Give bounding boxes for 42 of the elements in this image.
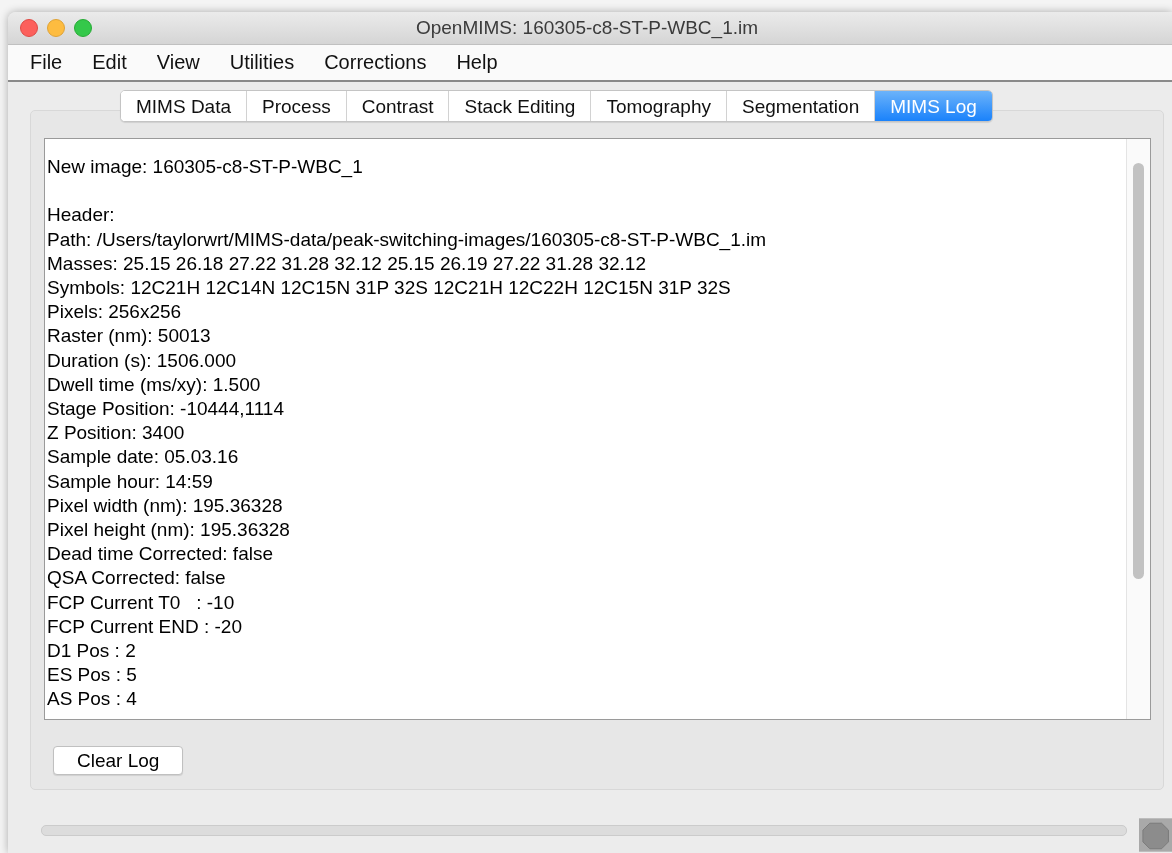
- log-line: Z Position: 3400: [47, 421, 185, 446]
- log-line: Pixel width (nm): 195.36328: [47, 493, 283, 518]
- menu-item[interactable]: View: [148, 51, 212, 74]
- menu-item[interactable]: Utilities: [221, 51, 307, 74]
- log-line: Sample date: 05.03.16: [47, 445, 239, 470]
- tab[interactable]: Contrast: [346, 91, 450, 121]
- tab[interactable]: MIMS Data: [121, 91, 248, 121]
- log-text-area[interactable]: [44, 138, 1151, 720]
- menu-item[interactable]: Help: [448, 51, 510, 74]
- log-line: Dead time Corrected: false: [47, 542, 273, 567]
- log-line: Symbols: 12C21H 12C14N 12C15N 31P 32S 12C21H 12C22H 12C15N 31P 32S: [47, 276, 731, 300]
- log-line: FCP Current END : -20: [47, 614, 242, 639]
- log-line: AS Pos : 4: [47, 687, 137, 712]
- log-line: D1 Pos : 2: [47, 639, 136, 664]
- menu-item[interactable]: Corrections: [316, 51, 439, 74]
- tab[interactable]: Process: [247, 91, 347, 121]
- log-line: New image: 160305-c8-ST-P-WBC_1: [47, 155, 363, 180]
- log-line: Pixels: 256x256: [47, 300, 182, 325]
- log-line: ES Pos : 5: [47, 663, 137, 688]
- close-button[interactable]: [20, 19, 38, 37]
- tab[interactable]: Stack Editing: [449, 91, 592, 121]
- menu-item[interactable]: File: [22, 51, 75, 74]
- menu-item[interactable]: Edit: [84, 51, 139, 74]
- log-line: Header:: [47, 203, 115, 228]
- zoom-button[interactable]: [74, 19, 92, 37]
- scrollbar-thumb[interactable]: [1133, 163, 1144, 579]
- clear-log-button[interactable]: Clear Log: [53, 746, 184, 775]
- stop-icon[interactable]: [1138, 818, 1172, 852]
- tab[interactable]: Segmentation: [726, 91, 876, 121]
- log-line: Dwell time (ms/xy): 1.500: [47, 372, 261, 397]
- log-line: Raster (nm): 50013: [47, 324, 211, 349]
- log-line: Stage Position: -10444,1114: [47, 397, 284, 421]
- log-line: QSA Corrected: false: [47, 566, 226, 591]
- log-line: Path: /Users/taylorwrt/MIMS-data/peak-switching-images/160305-c8-ST-P-WBC_1.im: [47, 227, 767, 252]
- log-line: Duration (s): 1506.000: [47, 348, 237, 373]
- tab[interactable]: Tomography: [591, 91, 727, 121]
- log-line: FCP Current T0 : -10: [47, 590, 235, 615]
- window-title: OpenMIMS: 160305-c8-ST-P-WBC_1.im: [414, 17, 760, 39]
- log-line: Pixel height (nm): 195.36328: [47, 518, 290, 543]
- minimize-button[interactable]: [47, 19, 65, 37]
- log-line: Sample hour: 14:59: [47, 469, 213, 494]
- log-line: Masses: 25.15 26.18 27.22 31.28 32.12 25.15 26.19 27.22 31.28 32.12: [47, 251, 646, 276]
